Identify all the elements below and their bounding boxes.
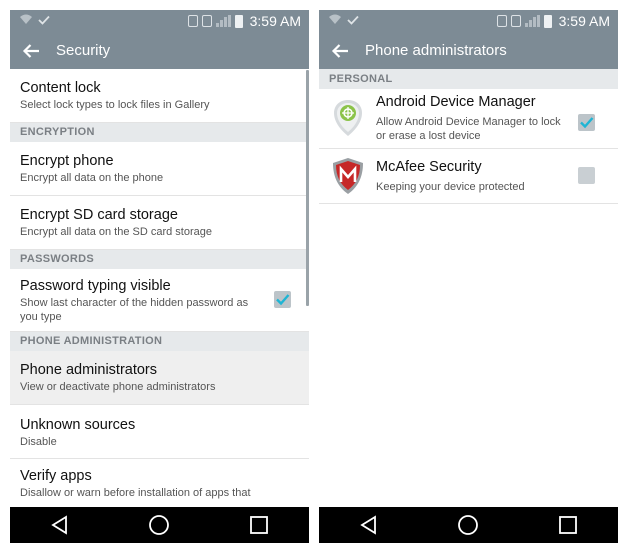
setting-encrypt-phone[interactable]: Encrypt phone Encrypt all data on the ph… [10,142,309,196]
scrollbar[interactable] [306,70,309,306]
nav-home-button[interactable] [448,507,488,543]
setting-phone-administrators[interactable]: Phone administrators View or deactivate … [10,351,309,405]
navigation-bar [319,507,618,543]
android-device-manager-checkbox[interactable] [578,114,595,131]
page-title: Security [56,42,111,59]
setting-subtitle: Encrypt all data on the SD card storage [20,226,212,238]
setting-title: Password typing visible [20,278,171,294]
setting-title: Verify apps [20,468,92,484]
password-visible-checkbox[interactable] [274,291,291,308]
section-phone-administration: PHONE ADMINISTRATION [10,332,309,351]
phone-administrators-screen: 3:59 AM Phone administrators PERSONAL An… [319,10,618,543]
battery-icon [543,14,552,28]
setting-subtitle: Show last character of the hidden passwo… [20,297,249,323]
setting-password-typing-visible[interactable]: Password typing visible Show last charac… [10,269,309,332]
back-arrow-icon [22,43,39,58]
back-button[interactable] [10,32,56,69]
navigation-bar [10,507,309,543]
nav-recents-button[interactable] [548,507,588,543]
back-arrow-icon [331,43,348,58]
nav-back-icon [51,515,67,535]
settings-list: Content lock Select lock types to lock f… [10,69,309,513]
setting-subtitle: View or deactivate phone administrators [20,381,216,393]
setting-subtitle: Encrypt all data on the phone [20,172,164,184]
setting-encrypt-sd-card[interactable]: Encrypt SD card storage Encrypt all data… [10,196,309,250]
admin-android-device-manager[interactable]: Android Device Manager Allow Android Dev… [319,89,618,149]
admin-text: McAfee Security Keeping your device prot… [376,159,525,194]
status-time: 3:59 AM [558,13,610,29]
setting-subtitle: Disallow or warn before installation of … [20,487,251,499]
admin-mcafee-security[interactable]: McAfee Security Keeping your device prot… [319,149,618,204]
wifi-icon [19,13,33,28]
nav-back-button[interactable] [349,507,389,543]
checkmark-icon [276,294,290,306]
page-title: Phone administrators [365,42,507,59]
mcafee-shield-icon [331,157,365,200]
admin-description: Allow Android Device Manager to lock or … [376,116,561,142]
section-personal: PERSONAL [319,69,618,89]
nav-recents-icon [559,516,578,534]
setting-title: Encrypt SD card storage [20,207,178,223]
nfc-icon [496,15,507,27]
administrators-list: PERSONAL Android Device Manager Allow An… [319,69,618,204]
signal-icon [215,15,231,27]
admin-name: Android Device Manager [376,94,536,110]
checkmark-icon [580,117,594,129]
setting-subtitle: Select lock types to lock files in Galle… [20,99,210,111]
admin-description: Keeping your device protected [376,181,525,193]
status-bar: 3:59 AM [319,10,618,32]
setting-verify-apps[interactable]: Verify apps Disallow or warn before inst… [10,459,309,513]
nav-recents-button[interactable] [239,507,279,543]
signal-icon [524,15,540,27]
nfc-icon [187,15,198,27]
nav-back-button[interactable] [40,507,80,543]
check-notification-icon [347,13,359,28]
setting-title: Content lock [20,80,101,96]
setting-unknown-sources[interactable]: Unknown sources Disable [10,405,309,459]
setting-title: Encrypt phone [20,153,114,169]
nav-home-button[interactable] [139,507,179,543]
status-bar: 3:59 AM [10,10,309,32]
data-sync-icon [201,15,212,27]
nav-home-icon [149,515,170,535]
data-sync-icon [510,15,521,27]
battery-icon [234,14,243,28]
setting-title: Phone administrators [20,362,158,378]
android-device-manager-icon [331,99,365,142]
setting-subtitle: Disable [20,436,57,448]
admin-text: Android Device Manager Allow Android Dev… [376,94,561,143]
setting-content-lock[interactable]: Content lock Select lock types to lock f… [10,69,309,123]
nav-home-icon [458,515,479,535]
back-button[interactable] [319,32,365,69]
section-encryption: ENCRYPTION [10,123,309,142]
mcafee-security-checkbox[interactable] [578,167,595,184]
section-passwords: PASSWORDS [10,250,309,269]
admin-name: McAfee Security [376,159,482,175]
nav-recents-icon [250,516,269,534]
wifi-icon [328,13,342,28]
app-bar: Security [10,32,309,69]
check-notification-icon [38,13,50,28]
status-time: 3:59 AM [249,13,301,29]
nav-back-icon [360,515,376,535]
security-screen: 3:59 AM Security Content lock Select loc… [10,10,309,543]
app-bar: Phone administrators [319,32,618,69]
setting-title: Unknown sources [20,417,136,433]
